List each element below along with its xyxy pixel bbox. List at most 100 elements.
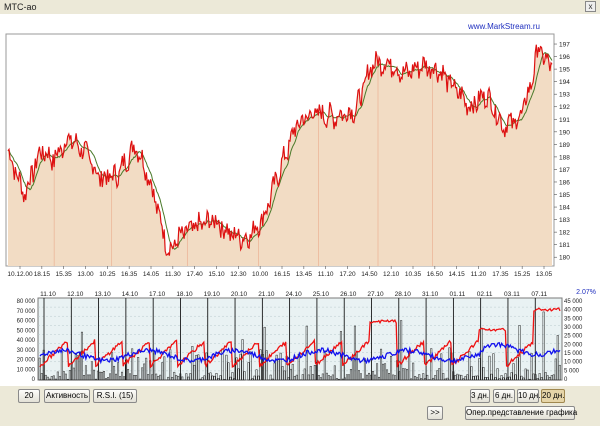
price-x-tick-label: 14.15 [449,271,466,278]
volume-left-tick-label: 10 000 [17,367,36,373]
rsi-button[interactable]: R.S.I. (15) [93,389,137,403]
volume-date-label: 03.11 [504,291,520,298]
volume-date-axis: 11.10 12.10 13.10 14.10 17.10 18.10 19.10 20.10… [40,291,547,298]
volume-date-label: 28.10 [395,291,412,298]
price-y-tick-label: 194 [559,79,570,86]
price-y-tick-label: 196 [559,54,570,61]
price-x-tick-label: 10.00 [252,271,269,278]
price-x-tick-label: 15.35 [56,271,73,278]
price-x-tick-label: 17.20 [339,271,356,278]
volume-date-label: 13.10 [94,291,111,298]
charts-canvas: www.MarkStream.ru 1971961951941931921911… [5,22,596,383]
price-y-tick-label: 183 [559,217,570,224]
activity-button[interactable]: Активность [44,389,90,403]
range-10d-button[interactable]: 10 дн. [517,389,540,403]
price-x-tick-label: 13.05 [536,271,553,278]
price-y-tick-label: 191 [559,117,570,124]
volume-right-tick-label: 40 000 [564,308,583,314]
price-y-tick-label: 186 [559,179,570,186]
volume-date-label: 07.11 [531,291,547,298]
price-x-tick-label: 17.35 [492,271,509,278]
price-y-tick-label: 188 [559,154,570,161]
volume-left-axis: 80 000 70 000 60 000 50 000 40 000 30 000 20 0… [17,299,36,383]
price-x-tick-label: 15.10 [208,271,225,278]
chart-area: www.MarkStream.ru 197 196 195 194 193 192 191 1… [0,14,600,386]
app-window: МТС-ао x www.MarkStream.ru 197 196 195 194 1… [0,0,600,426]
volume-right-axis: 45 000 40 000 35 000 30 000 25 000 20 000 15 0… [564,299,583,383]
price-y-tick-label: 197 [559,42,570,49]
volume-date-label: 26.10 [340,291,357,298]
volume-date-label: 19.10 [204,291,221,298]
oper-view-button[interactable]: Опер.представление графика [465,406,577,420]
price-x-tick-label: 14.50 [361,271,378,278]
volume-right-tick-label: 0 [564,377,568,383]
price-y-tick-label: 192 [559,104,570,111]
forward-button[interactable]: >> [427,406,443,420]
price-x-tick-label: 12.30 [230,271,247,278]
volume-panel-frame [37,297,563,381]
price-y-tick-label: 182 [559,230,570,237]
volume-right-tick-label: 30 000 [564,325,583,331]
price-y-tick-label: 193 [559,92,570,99]
watermark-text: www.MarkStream.ru [467,22,540,31]
close-button[interactable]: x [585,1,596,12]
price-x-tick-label: 10.12.00 [7,271,33,278]
volume-right-tick-label: 20 000 [564,342,583,348]
price-x-tick-label: 11.20 [471,271,487,278]
price-x-tick-label: 15.25 [514,271,531,278]
volume-right-tick-label: 45 000 [564,299,583,305]
volume-date-label: 20.10 [231,291,248,298]
volume-right-tick-label: 25 000 [564,334,583,340]
price-x-tick-label: 10.25 [99,271,116,278]
price-x-tick-label: 18.15 [34,271,51,278]
volume-left-tick-label: 0 [32,377,36,383]
price-y-tick-label: 184 [559,205,570,212]
price-x-tick-label: 13.00 [77,271,94,278]
range-6d-button[interactable]: 6 дн. [493,389,515,403]
control-bar: 20 Активность R.S.I. (15) 3 дн. 6 дн. 10… [0,386,600,426]
volume-date-label: 24.10 [285,291,302,298]
volume-right-tick-label: 5 000 [564,368,580,374]
volume-right-tick-label: 10 000 [564,360,583,366]
range-3d-button[interactable]: 3 дн. [470,389,490,403]
price-x-axis: 10.12.00 18.15 15.35 13.00 10.25 16.35 14.05 11… [7,266,553,278]
price-y-tick-label: 180 [559,255,570,262]
price-y-tick-label: 185 [559,192,570,199]
volume-date-label: 27.10 [367,291,384,298]
volume-left-tick-label: 20 000 [17,358,36,364]
volume-left-tick-label: 50 000 [17,328,36,334]
price-x-tick-label: 16.35 [121,271,138,278]
volume-right-tick-label: 35 000 [564,316,583,322]
range-20d-button[interactable]: 20 дн. [541,389,565,403]
period-field[interactable]: 20 [18,389,40,403]
volume-date-label: 25.10 [313,291,330,298]
price-y-axis: 197 196 195 194 193 192 191 190 189 188 187 186 185 1… [554,42,570,262]
price-x-tick-label: 14.05 [143,271,160,278]
volume-left-tick-label: 70 000 [17,309,36,315]
price-y-tick-label: 195 [559,67,570,74]
price-x-tick-label: 17.40 [187,271,204,278]
volume-date-label: 31.10 [422,291,439,298]
price-x-tick-label: 16.15 [274,271,291,278]
volume-date-label: 12.10 [67,291,84,298]
price-x-tick-label: 16.50 [427,271,444,278]
volume-left-tick-label: 40 000 [17,338,36,344]
price-y-tick-label: 181 [559,242,570,249]
title-bar: МТС-ао x [0,0,600,14]
volume-date-label: 18.10 [176,291,193,298]
volume-date-label: 14.10 [122,291,139,298]
pct-label: 2.07% [576,289,596,296]
volume-right-tick-label: 15 000 [564,351,583,357]
price-x-tick-label: 11.30 [165,271,181,278]
volume-left-tick-label: 80 000 [17,299,36,305]
price-y-tick-label: 189 [559,142,570,149]
price-y-tick-label: 190 [559,129,570,136]
volume-left-tick-label: 60 000 [17,319,36,325]
price-x-tick-label: 11.10 [318,271,334,278]
price-y-tick-label: 187 [559,167,570,174]
volume-date-label: 02.11 [477,291,493,298]
volume-left-tick-label: 30 000 [17,348,36,354]
volume-date-label: 21.10 [258,291,275,298]
price-x-tick-label: 10.35 [405,271,422,278]
price-x-tick-label: 12.10 [383,271,400,278]
